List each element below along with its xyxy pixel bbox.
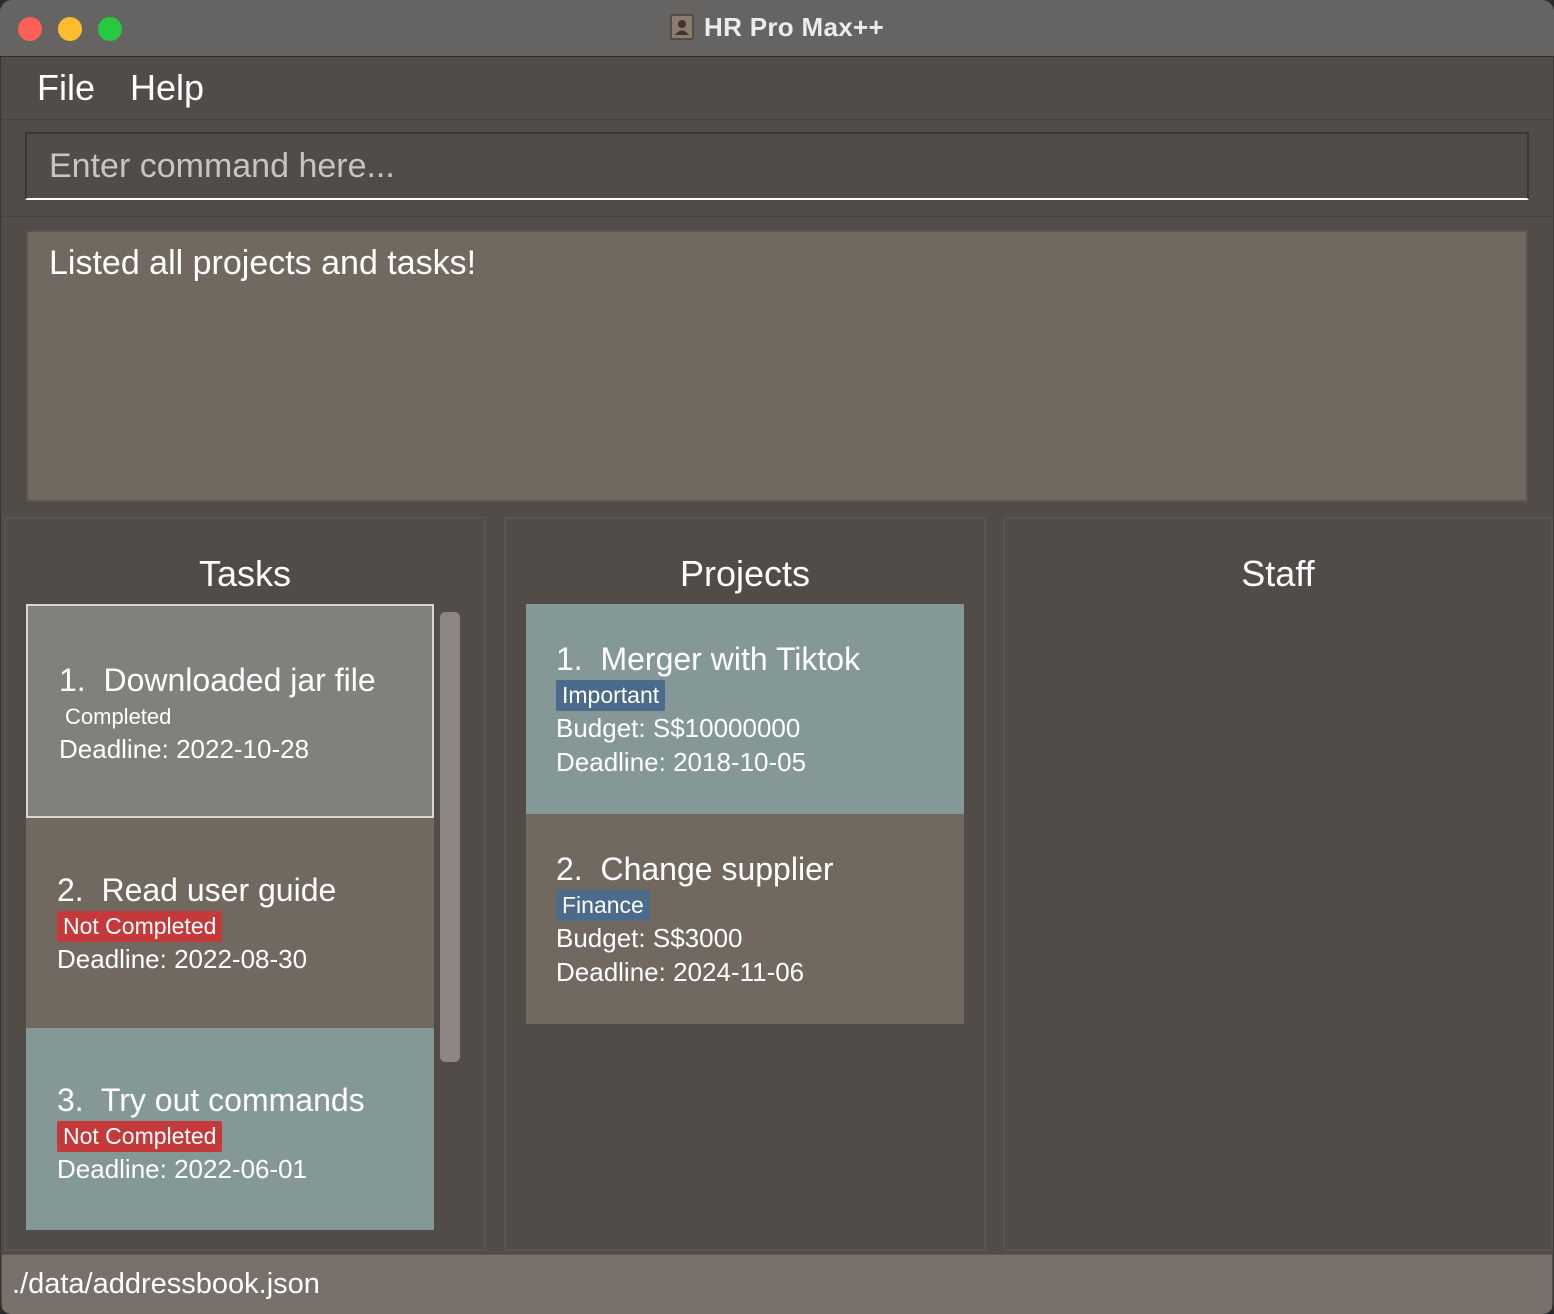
task-deadline: Deadline: 2022-06-01 xyxy=(57,1154,308,1184)
project-card[interactable]: 2. Change supplier Finance Budget: S$300… xyxy=(526,814,964,1024)
tasks-panel-title: Tasks xyxy=(198,553,292,594)
address-book-icon xyxy=(670,14,694,40)
staff-panel-title: Staff xyxy=(1241,553,1315,594)
task-deadline: Deadline: 2022-08-30 xyxy=(57,944,308,974)
menu-bar: File Help xyxy=(2,57,1552,120)
command-area xyxy=(2,120,1552,217)
projects-panel-title: Projects xyxy=(679,553,811,594)
project-name: Change supplier xyxy=(600,851,834,887)
tasks-scrollbar[interactable] xyxy=(440,612,460,1062)
task-status-badge: Completed xyxy=(65,704,172,729)
window-title: HR Pro Max++ xyxy=(704,12,884,42)
project-tag-badge: Important xyxy=(556,680,666,711)
project-deadline: Deadline: 2024-11-06 xyxy=(556,957,805,987)
task-status-badge: Not Completed xyxy=(57,1121,223,1152)
project-index: 1. xyxy=(556,641,583,677)
project-card[interactable]: 1. Merger with Tiktok Important Budget: … xyxy=(526,604,964,814)
title-bar: HR Pro Max++ xyxy=(0,0,1554,57)
task-card[interactable]: 1. Downloaded jar file Completed Deadlin… xyxy=(26,604,434,818)
menu-help[interactable]: Help xyxy=(130,67,204,109)
task-name: Read user guide xyxy=(101,872,337,908)
task-index: 3. xyxy=(57,1082,84,1118)
task-deadline: Deadline: 2022-10-28 xyxy=(59,734,310,764)
command-box xyxy=(25,132,1529,200)
app-window: HR Pro Max++ File Help Listed all projec… xyxy=(0,0,1554,1314)
window-title-wrap: HR Pro Max++ xyxy=(0,12,1554,43)
result-message: Listed all projects and tasks! xyxy=(49,244,477,282)
status-bar: ./data/addressbook.json xyxy=(2,1254,1552,1314)
staff-panel: Staff xyxy=(1003,517,1553,1251)
project-name: Merger with Tiktok xyxy=(600,641,861,677)
task-status-badge: Not Completed xyxy=(57,911,223,942)
task-name: Try out commands xyxy=(100,1082,365,1118)
result-display: Listed all projects and tasks! xyxy=(26,230,1528,502)
project-budget: Budget: S$3000 xyxy=(556,923,743,953)
task-index: 1. xyxy=(59,662,86,698)
project-budget: Budget: S$10000000 xyxy=(556,713,801,743)
task-name: Downloaded jar file xyxy=(103,662,376,698)
menu-file[interactable]: File xyxy=(37,67,95,109)
task-card[interactable]: 3. Try out commands Not Completed Deadli… xyxy=(26,1028,434,1230)
project-deadline: Deadline: 2018-10-05 xyxy=(556,747,807,777)
task-index: 2. xyxy=(57,872,84,908)
command-input[interactable] xyxy=(27,134,1527,198)
project-tag-badge: Finance xyxy=(556,890,650,921)
save-file-path: ./data/addressbook.json xyxy=(12,1268,320,1300)
project-index: 2. xyxy=(556,851,583,887)
task-card[interactable]: 2. Read user guide Not Completed Deadlin… xyxy=(26,818,434,1028)
